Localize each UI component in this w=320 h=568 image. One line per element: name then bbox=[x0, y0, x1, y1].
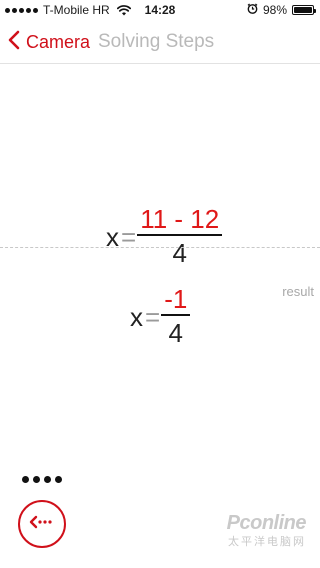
fraction: 11 - 12 4 bbox=[137, 204, 223, 268]
equation-step: x = 11 - 12 4 bbox=[106, 204, 223, 268]
fraction-denominator: 4 bbox=[168, 318, 183, 348]
dotted-back-arrow-icon bbox=[29, 515, 55, 534]
battery-cap bbox=[314, 9, 316, 13]
back-button[interactable]: Camera bbox=[8, 20, 90, 64]
fraction: -1 4 bbox=[161, 284, 191, 348]
equation-variable: x bbox=[130, 301, 143, 332]
back-button-label: Camera bbox=[26, 31, 91, 52]
pager-dot bbox=[55, 476, 62, 483]
pager-dot bbox=[44, 476, 51, 483]
nav-bar: Camera Solving Steps bbox=[0, 20, 320, 64]
step-pager[interactable] bbox=[22, 476, 62, 483]
battery-fill bbox=[294, 7, 312, 13]
pager-dot bbox=[33, 476, 40, 483]
chevron-left-icon bbox=[8, 30, 20, 55]
status-bar: T-Mobile HR 14:28 98% bbox=[0, 0, 320, 20]
equation-result: x = -1 4 bbox=[130, 284, 191, 348]
page-title: Solving Steps bbox=[98, 31, 215, 52]
watermark-logo: Pconline bbox=[226, 512, 307, 534]
equals-sign: = bbox=[145, 301, 161, 332]
fraction-denominator: 4 bbox=[172, 238, 187, 268]
battery-icon bbox=[292, 5, 316, 15]
watermark: Pconline 太平洋电脑网 bbox=[226, 512, 307, 549]
alarm-icon bbox=[247, 0, 258, 20]
result-label: result bbox=[282, 284, 314, 299]
battery-percent: 98% bbox=[262, 3, 287, 17]
steps-back-button[interactable] bbox=[18, 500, 66, 548]
watermark-subtitle: 太平洋电脑网 bbox=[228, 536, 306, 548]
fraction-numerator: -1 bbox=[164, 284, 188, 314]
status-right: 98% bbox=[247, 0, 316, 20]
result-divider bbox=[0, 247, 320, 248]
fraction-numerator: 11 - 12 bbox=[140, 204, 220, 234]
pager-dot bbox=[22, 476, 29, 483]
